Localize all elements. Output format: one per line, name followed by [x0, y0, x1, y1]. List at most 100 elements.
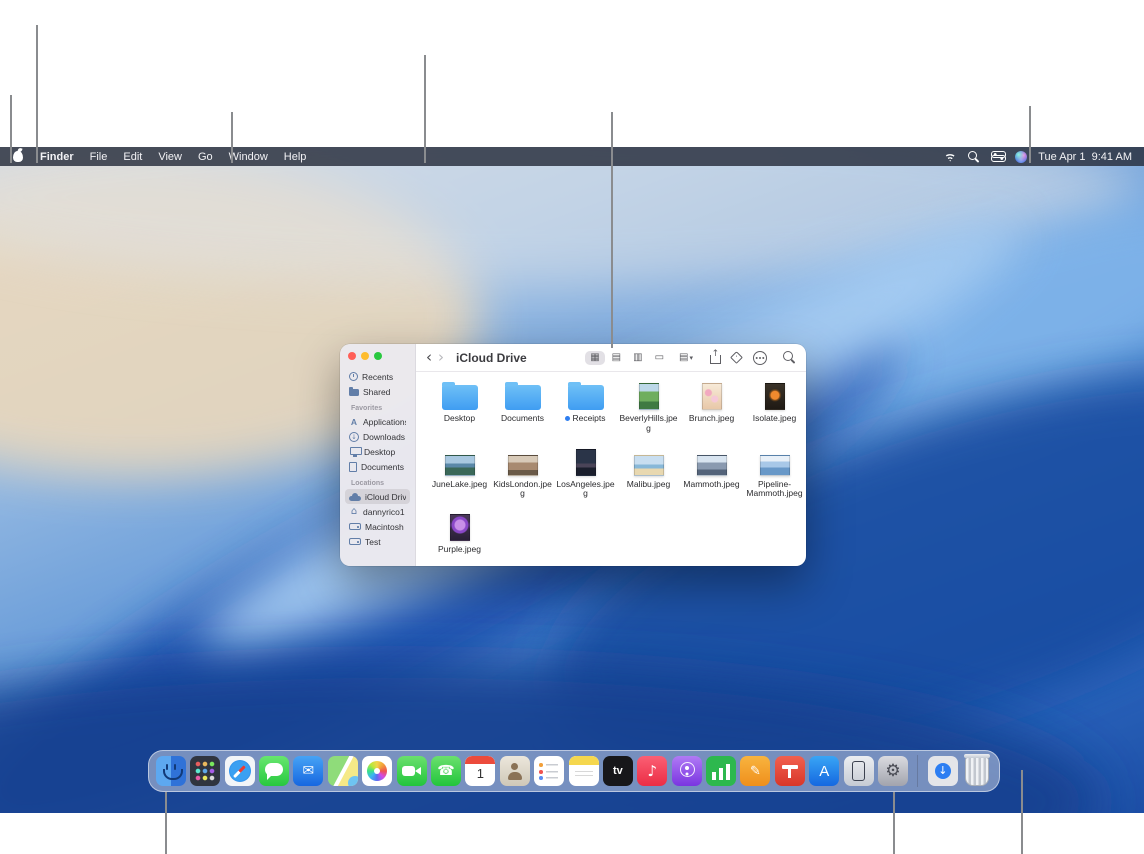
sidebar-item-documents[interactable]: Documents — [345, 459, 410, 474]
file-item-purple[interactable]: Purple.jpeg — [428, 511, 491, 555]
downloads-stack-icon — [928, 756, 958, 786]
file-item-pipeline-mammoth[interactable]: Pipeline-Mammoth.jpeg — [743, 446, 806, 500]
sidebar-item-desktop[interactable]: Desktop — [345, 444, 410, 459]
dock-item-calendar[interactable]: 1 — [465, 756, 495, 786]
sidebar-item-shared[interactable]: Shared — [345, 384, 410, 399]
finder-icon — [156, 756, 186, 786]
file-item-losangeles[interactable]: LosAngeles.jpeg — [554, 446, 617, 500]
column-view-button[interactable]: ▥ — [628, 351, 647, 365]
sidebar-item-recents[interactable]: Recents — [345, 369, 410, 384]
dock-item-notes[interactable] — [569, 756, 599, 786]
home-icon — [349, 507, 359, 517]
sidebar-item-downloads[interactable]: Downloads — [345, 429, 410, 444]
menu-bar-menus: Finder File Edit View Go Window Help — [0, 151, 314, 163]
sidebar-item-applications[interactable]: Applications — [345, 414, 410, 429]
file-item-junelake[interactable]: JuneLake.jpeg — [428, 446, 491, 500]
dock-item-messages[interactable] — [259, 756, 289, 786]
facetime-icon — [397, 756, 427, 786]
menu-file[interactable]: File — [82, 151, 116, 163]
dock-item-launchpad[interactable] — [190, 756, 220, 786]
spotlight-icon[interactable] — [968, 151, 980, 163]
photos-icon — [362, 756, 392, 786]
dock-item-facetime[interactable] — [397, 756, 427, 786]
image-thumbnail — [508, 455, 538, 476]
menu-bar-clock[interactable]: Tue Apr 1 9:41 AM — [1038, 151, 1132, 163]
contacts-icon — [500, 756, 530, 786]
dock: 1 — [148, 750, 1000, 792]
sidebar-section-locations: Locations — [340, 479, 415, 489]
dock-item-appstore[interactable] — [809, 756, 839, 786]
wifi-icon[interactable] — [943, 152, 957, 162]
file-item-kidslondon[interactable]: KidsLondon.jpeg — [491, 446, 554, 500]
dock-item-keynote[interactable] — [775, 756, 805, 786]
file-item-mammoth[interactable]: Mammoth.jpeg — [680, 446, 743, 500]
dock-item-contacts[interactable] — [500, 756, 530, 786]
sidebar-label: dannyrico1 — [363, 507, 405, 517]
shared-folder-icon — [349, 389, 359, 396]
minimize-button[interactable] — [361, 352, 369, 360]
trash-icon — [965, 757, 989, 786]
siri-icon[interactable] — [1015, 151, 1027, 163]
dock-item-pages[interactable] — [740, 756, 770, 786]
search-button[interactable] — [783, 351, 796, 364]
icon-view-button[interactable]: ▦ — [585, 351, 604, 365]
file-item-isolate[interactable]: Isolate.jpeg — [743, 380, 806, 434]
tag-button[interactable] — [730, 351, 743, 364]
file-item-beverlyhills[interactable]: BeverlyHills.jpeg — [617, 380, 680, 434]
dock-item-numbers[interactable] — [706, 756, 736, 786]
dock-item-system-settings[interactable] — [878, 756, 908, 786]
apple-menu[interactable] — [4, 151, 32, 162]
image-thumbnail — [450, 514, 470, 541]
image-thumbnail — [445, 455, 475, 476]
sidebar-item-macintosh-hd[interactable]: Macintosh HD — [345, 519, 410, 534]
file-item-documents[interactable]: Documents — [491, 380, 554, 434]
more-actions-button[interactable] — [753, 351, 767, 365]
sidebar-item-test[interactable]: Test — [345, 534, 410, 549]
callout-line-system-settings — [893, 792, 895, 854]
gallery-view-button[interactable]: ▭ — [650, 351, 669, 365]
menu-window[interactable]: Window — [221, 151, 276, 163]
group-by-button[interactable]: ▤▾ — [679, 352, 693, 363]
zoom-button[interactable] — [374, 352, 382, 360]
menu-edit[interactable]: Edit — [115, 151, 150, 163]
dock-item-phone[interactable] — [431, 756, 461, 786]
list-view-button[interactable]: ▤ — [607, 351, 626, 365]
dock-item-iphone-mirroring[interactable] — [844, 756, 874, 786]
dock-item-reminders[interactable] — [534, 756, 564, 786]
sidebar-item-home[interactable]: dannyrico1 — [345, 504, 410, 519]
finder-main: ‹ › iCloud Drive ▦ ▤ ▥ ▭ ▤▾ — [416, 344, 806, 566]
dock-item-trash[interactable] — [962, 756, 992, 786]
folder-icon — [505, 385, 541, 410]
share-button[interactable] — [709, 351, 720, 364]
dock-item-maps[interactable] — [328, 756, 358, 786]
file-item-receipts[interactable]: Receipts — [554, 380, 617, 434]
dock-item-safari[interactable] — [225, 756, 255, 786]
close-button[interactable] — [348, 352, 356, 360]
file-item-malibu[interactable]: Malibu.jpeg — [617, 446, 680, 500]
callout-line-status-menus — [1029, 106, 1031, 163]
dock-item-mail[interactable] — [293, 756, 323, 786]
file-item-desktop[interactable]: Desktop — [428, 380, 491, 434]
menu-view[interactable]: View — [150, 151, 190, 163]
file-item-brunch[interactable]: Brunch.jpeg — [680, 380, 743, 434]
menu-go[interactable]: Go — [190, 151, 221, 163]
sidebar-item-icloud-drive[interactable]: iCloud Drive — [345, 489, 410, 504]
menu-help[interactable]: Help — [276, 151, 315, 163]
control-center-icon[interactable] — [991, 151, 1004, 162]
dock-item-photos[interactable] — [362, 756, 392, 786]
dock-item-tv[interactable] — [603, 756, 633, 786]
app-menu-finder[interactable]: Finder — [32, 151, 82, 163]
callout-line-app-menu — [36, 25, 38, 163]
dock-item-downloads[interactable] — [928, 756, 958, 786]
mail-icon — [293, 756, 323, 786]
dock-item-music[interactable] — [637, 756, 667, 786]
dock-item-podcasts[interactable] — [672, 756, 702, 786]
callout-line-dock-finder — [165, 792, 167, 854]
dock-divider — [917, 755, 918, 787]
dock-item-finder[interactable] — [156, 756, 186, 786]
back-button[interactable]: ‹ — [426, 350, 432, 365]
forward-button[interactable]: › — [438, 350, 444, 365]
desktop[interactable]: Finder File Edit View Go Window Help Tue… — [0, 147, 1144, 813]
image-thumbnail — [760, 455, 790, 476]
folder-icon — [568, 385, 604, 410]
